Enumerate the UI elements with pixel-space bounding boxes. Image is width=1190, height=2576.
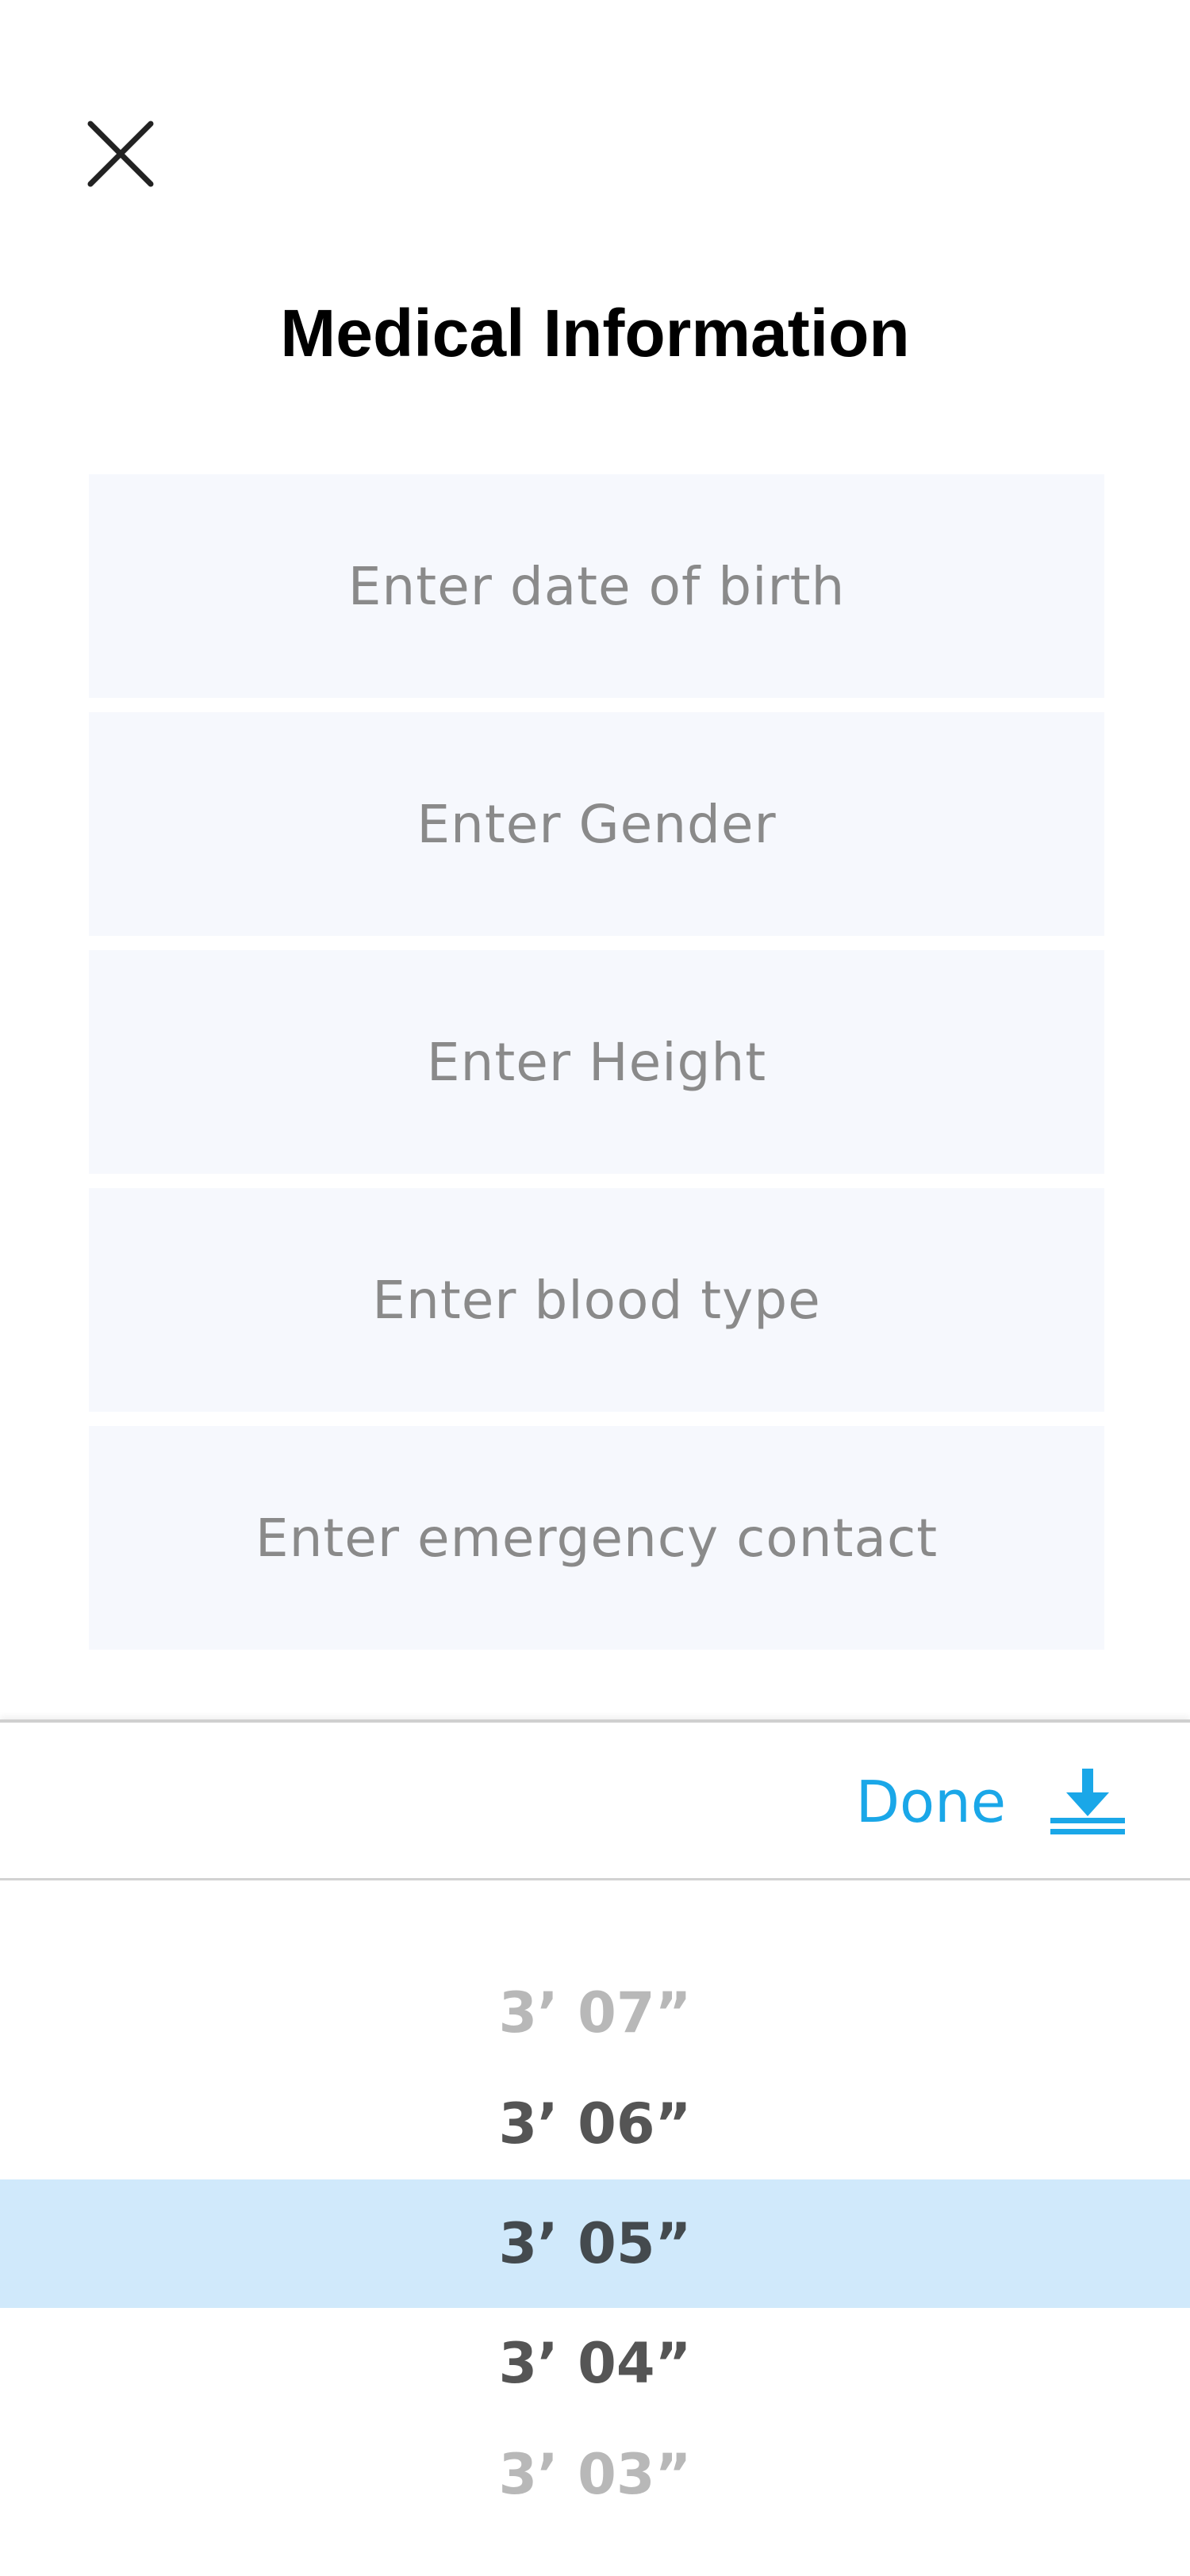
medical-information-screen: Medical Information Enter date of birth … — [0, 0, 1190, 2576]
blood-type-placeholder: Enter blood type — [372, 1269, 821, 1331]
picker-option[interactable]: 3’ 07” — [0, 1957, 1190, 2068]
gender-field[interactable]: Enter Gender — [89, 712, 1104, 936]
close-button[interactable] — [79, 113, 162, 195]
done-button[interactable]: Done — [856, 1754, 1127, 1850]
height-placeholder: Enter Height — [426, 1031, 767, 1093]
picker-option[interactable]: 3’ 03” — [0, 2419, 1190, 2530]
picker-option[interactable]: 3’ 04” — [0, 2308, 1190, 2419]
date-of-birth-placeholder: Enter date of birth — [347, 555, 846, 617]
picker-toolbar: Done — [0, 1723, 1190, 1880]
download-icon — [1050, 1769, 1125, 1834]
close-icon — [87, 121, 154, 187]
emergency-contact-field[interactable]: Enter emergency contact — [89, 1426, 1104, 1650]
picker-option-selected[interactable]: 3’ 05” — [0, 2179, 1190, 2308]
height-wheel[interactable]: 3’ 07” 3’ 06” 3’ 05” 3’ 04” 3’ 03” — [0, 1957, 1190, 2576]
picker-option[interactable]: 3’ 06” — [0, 2068, 1190, 2179]
picker-option-partial[interactable] — [0, 2530, 1190, 2576]
emergency-contact-placeholder: Enter emergency contact — [255, 1507, 939, 1569]
height-picker-sheet: Done 3’ 07” 3’ 06” 3’ 05” 3’ 04” 3’ 03” — [0, 1719, 1190, 2576]
page-title: Medical Information — [280, 296, 910, 370]
gender-placeholder: Enter Gender — [416, 793, 777, 855]
height-field[interactable]: Enter Height — [89, 950, 1104, 1174]
date-of-birth-field[interactable]: Enter date of birth — [89, 474, 1104, 698]
blood-type-field[interactable]: Enter blood type — [89, 1188, 1104, 1412]
done-label: Done — [855, 1769, 1006, 1835]
